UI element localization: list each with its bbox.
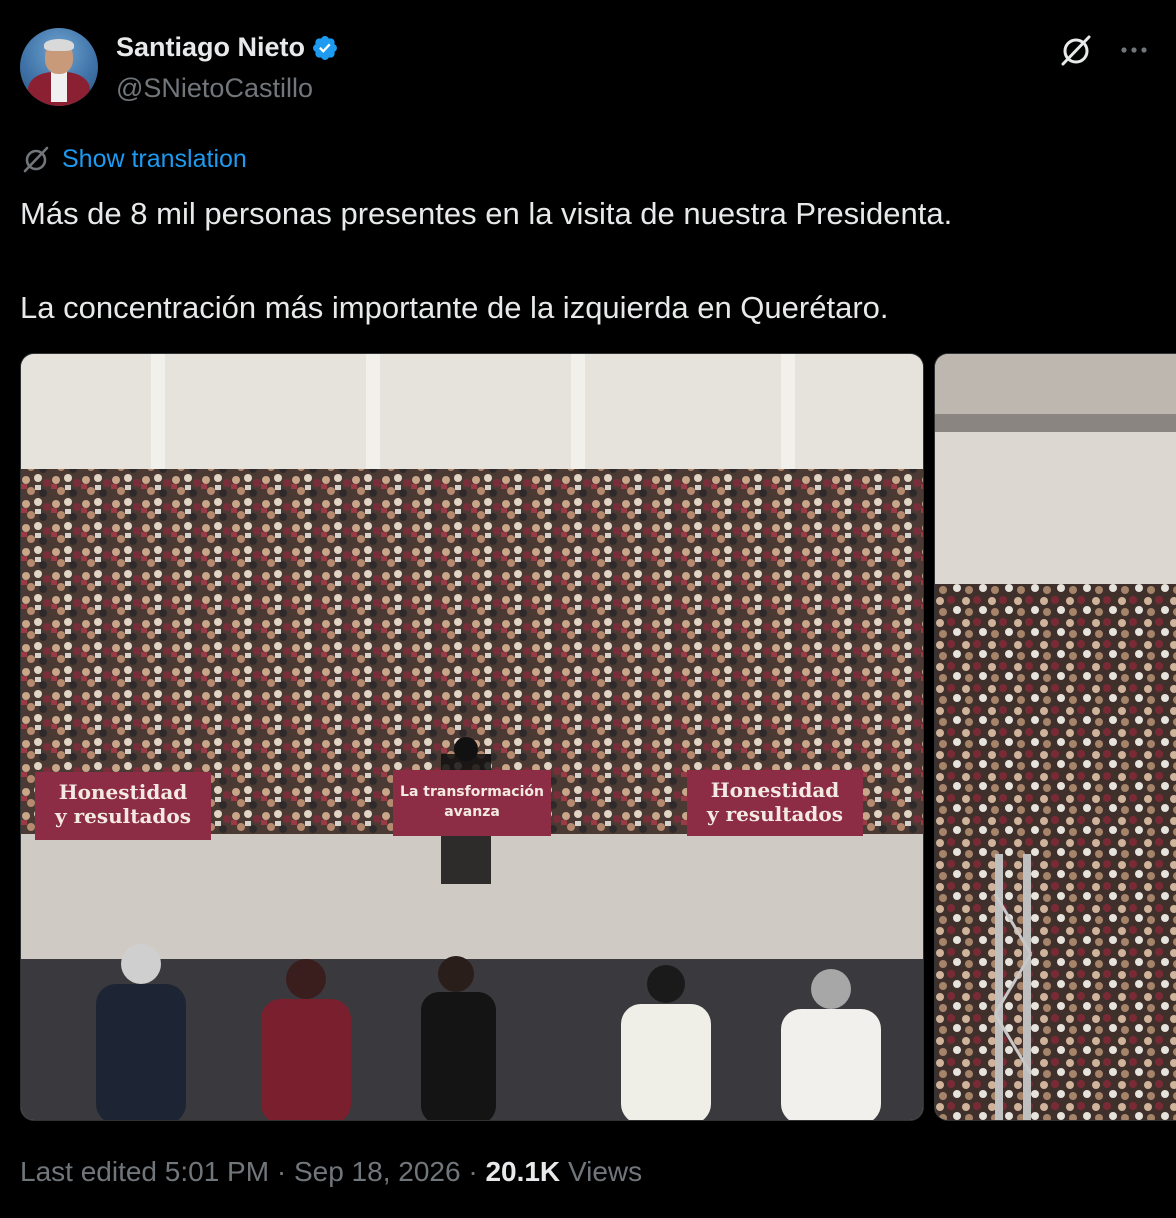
- rally-photo: [21, 354, 923, 1120]
- separator: ·: [276, 1156, 287, 1187]
- views-label: Views: [567, 1156, 643, 1187]
- display-name[interactable]: Santiago Nieto: [116, 32, 305, 63]
- show-translation-label[interactable]: Show translation: [62, 145, 247, 174]
- post-text: Más de 8 mil personas presentes en la vi…: [20, 190, 1160, 331]
- media-photo-2[interactable]: [934, 353, 1176, 1121]
- avatar[interactable]: [20, 28, 98, 106]
- verified-badge-icon: [313, 35, 337, 60]
- banner-middle: La transformación avanza: [393, 770, 551, 836]
- grok-icon[interactable]: [1056, 30, 1096, 70]
- post-paragraph: Más de 8 mil personas presentes en la vi…: [20, 196, 953, 231]
- separator: ·: [468, 1156, 478, 1187]
- banner-right: Honestidad y resultados: [687, 770, 863, 836]
- post: Santiago Nieto @SNietoCastillo Show tran…: [0, 0, 1176, 1218]
- post-time[interactable]: 5:01 PM: [165, 1156, 269, 1187]
- handle[interactable]: @SNietoCastillo: [116, 73, 313, 104]
- more-horizontal-icon[interactable]: [1114, 30, 1154, 70]
- show-translation-button[interactable]: Show translation: [20, 143, 247, 175]
- media-photo-1[interactable]: Honestidad y resultados La transformació…: [20, 353, 924, 1121]
- edited-label[interactable]: Last edited: [20, 1156, 157, 1187]
- rally-photo-crowd: [935, 354, 1176, 1120]
- banner-left: Honestidad y resultados: [35, 772, 211, 840]
- post-paragraph: La concentración más importante de la iz…: [20, 290, 889, 325]
- post-footer: Last edited 5:01 PM · Sep 18, 2026 · 20.…: [20, 1156, 642, 1188]
- grok-icon: [23, 146, 49, 173]
- views-count: 20.1K: [485, 1156, 561, 1187]
- post-date[interactable]: Sep 18, 2026: [294, 1156, 461, 1187]
- author-name-row[interactable]: Santiago Nieto: [116, 32, 339, 63]
